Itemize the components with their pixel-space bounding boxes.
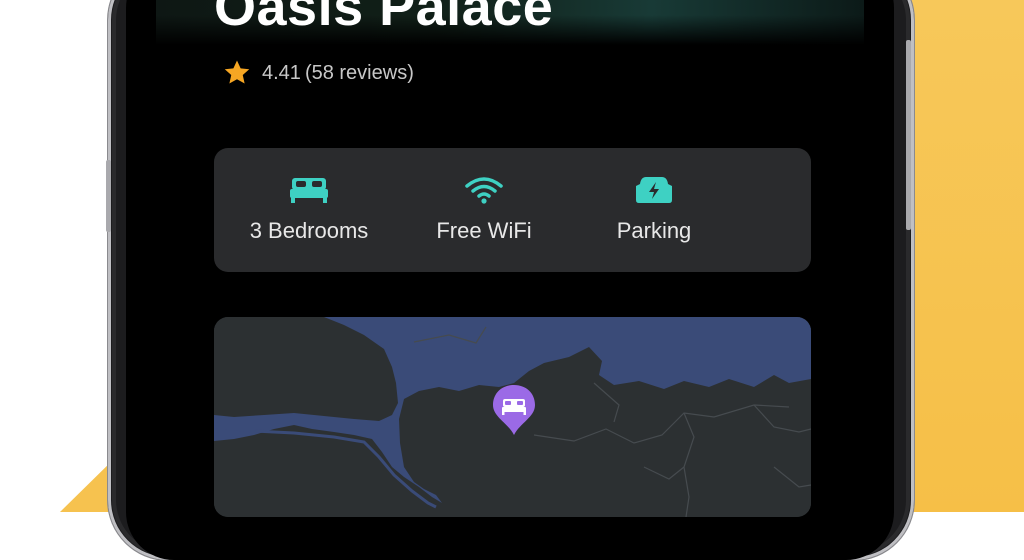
amenity-bedrooms: 3 Bedrooms <box>234 176 384 244</box>
star-icon <box>224 60 250 84</box>
amenities-card: 3 Bedrooms Free WiFi Parking <box>214 148 811 272</box>
amenity-wifi: Free WiFi <box>409 176 559 244</box>
amenity-parking: Parking <box>579 176 729 244</box>
bed-icon <box>290 178 328 203</box>
location-map[interactable] <box>214 317 811 517</box>
amenity-label: 3 Bedrooms <box>249 218 369 243</box>
app-screen: Oasis Palace 4.41 (58 reviews) 3 Bedroom… <box>126 0 894 560</box>
phone-volume-button <box>106 160 111 232</box>
rating-row: 4.41 (58 reviews) <box>222 58 414 88</box>
amenity-label: Parking <box>616 218 692 243</box>
phone-power-button <box>906 40 911 230</box>
wifi-icon <box>465 177 503 204</box>
bed-pin-icon[interactable] <box>490 383 538 439</box>
review-count: (58 reviews) <box>304 61 414 84</box>
rating-value: 4.41 <box>262 61 301 84</box>
property-title: Oasis Palace <box>214 0 554 37</box>
amenity-label: Free WiFi <box>436 218 532 243</box>
parking-icon <box>636 177 672 203</box>
